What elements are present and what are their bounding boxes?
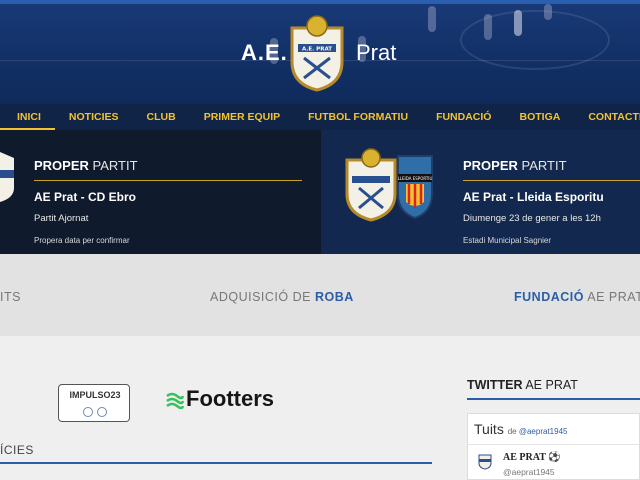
match-title: PROPER PARTIT [34, 158, 138, 173]
quick-link-fundacio[interactable]: FUNDACIÓ AE PRAT [514, 290, 640, 304]
match-date: Diumenge 23 de gener a les 12h [463, 213, 601, 224]
nav-item-contacte[interactable]: CONTACTE [574, 104, 640, 130]
club-crest-icon[interactable]: A.E. PRAT [288, 14, 346, 92]
player-figure [428, 6, 436, 32]
twitter-divider [467, 398, 640, 400]
match-teams[interactable]: AE Prat - Lleida Esporitu [463, 190, 604, 204]
footters-mark-icon [166, 392, 184, 410]
nav-item-inici[interactable]: INICI [0, 104, 55, 130]
pitch-circle [460, 10, 610, 70]
nav-item-futbol-formatiu[interactable]: FUTBOL FORMATIU [294, 104, 422, 130]
avatar[interactable] [478, 452, 492, 470]
brand-prat[interactable]: Prat [356, 40, 396, 66]
away-badge-text: LLEIDA ESPORTIU [398, 176, 433, 181]
twitter-heading: TWITTER AE PRAT [467, 378, 578, 392]
main-nav: INICI NOTICIES CLUB PRIMER EQUIP FUTBOL … [0, 104, 640, 130]
brand-ae[interactable]: A.E. [241, 40, 288, 66]
tweet-separator [467, 444, 640, 445]
soccer-ball-icon: ⚽ [548, 452, 561, 463]
tweet-author[interactable]: AE PRAT ⚽ [503, 452, 561, 463]
match-divider [34, 180, 302, 181]
match-divider [463, 180, 640, 181]
nav-item-fundacio[interactable]: FUNDACIÓ [422, 104, 505, 130]
circle-icon [83, 407, 93, 417]
tweets-header: Tuits de @aeprat1945 [474, 421, 568, 437]
nav-item-primer-equip[interactable]: PRIMER EQUIP [190, 104, 294, 130]
quick-link-roba[interactable]: ADQUISICIÓ DE ROBA [210, 290, 354, 304]
quick-link-partial[interactable]: ITS [0, 290, 21, 304]
player-figure [484, 14, 492, 40]
match-title: PROPER PARTIT [463, 158, 567, 173]
crest-text: A.E. PRAT [302, 47, 332, 53]
news-divider [0, 462, 432, 464]
away-crest-icon: LLEIDA ESPORTIU [397, 155, 433, 220]
sponsor-name: IMPULSO23 [69, 390, 121, 400]
match-note: Propera data per confirmar [34, 236, 130, 245]
nav-item-noticies[interactable]: NOTICIES [55, 104, 133, 130]
match-date: Partit Ajornat [34, 213, 89, 224]
player-figure [514, 10, 522, 36]
tweet-handle[interactable]: @aeprat1945 [503, 467, 555, 477]
nav-item-botiga[interactable]: BOTIGA [505, 104, 574, 130]
twitter-handle-link[interactable]: @aeprat1945 [519, 427, 568, 436]
sponsor-name: Footters [186, 386, 274, 411]
sponsor-impulso-logo[interactable]: IMPULSO23 [58, 384, 130, 422]
circle-icon [97, 407, 107, 417]
hero-header: A.E. A.E. PRAT Prat [0, 0, 640, 104]
top-stripe [0, 0, 640, 4]
player-figure [544, 4, 552, 20]
news-heading: ÍCIES [0, 443, 34, 457]
nav-item-club[interactable]: CLUB [133, 104, 190, 130]
home-crest-icon [0, 152, 14, 202]
match-venue: Estadi Municipal Sagnier [463, 236, 552, 245]
sponsor-footters-logo[interactable]: Footters [166, 386, 274, 412]
page: A.E. A.E. PRAT Prat INICI NOTICIES CLUB … [0, 0, 640, 480]
match-teams[interactable]: AE Prat - CD Ebro [34, 190, 136, 204]
